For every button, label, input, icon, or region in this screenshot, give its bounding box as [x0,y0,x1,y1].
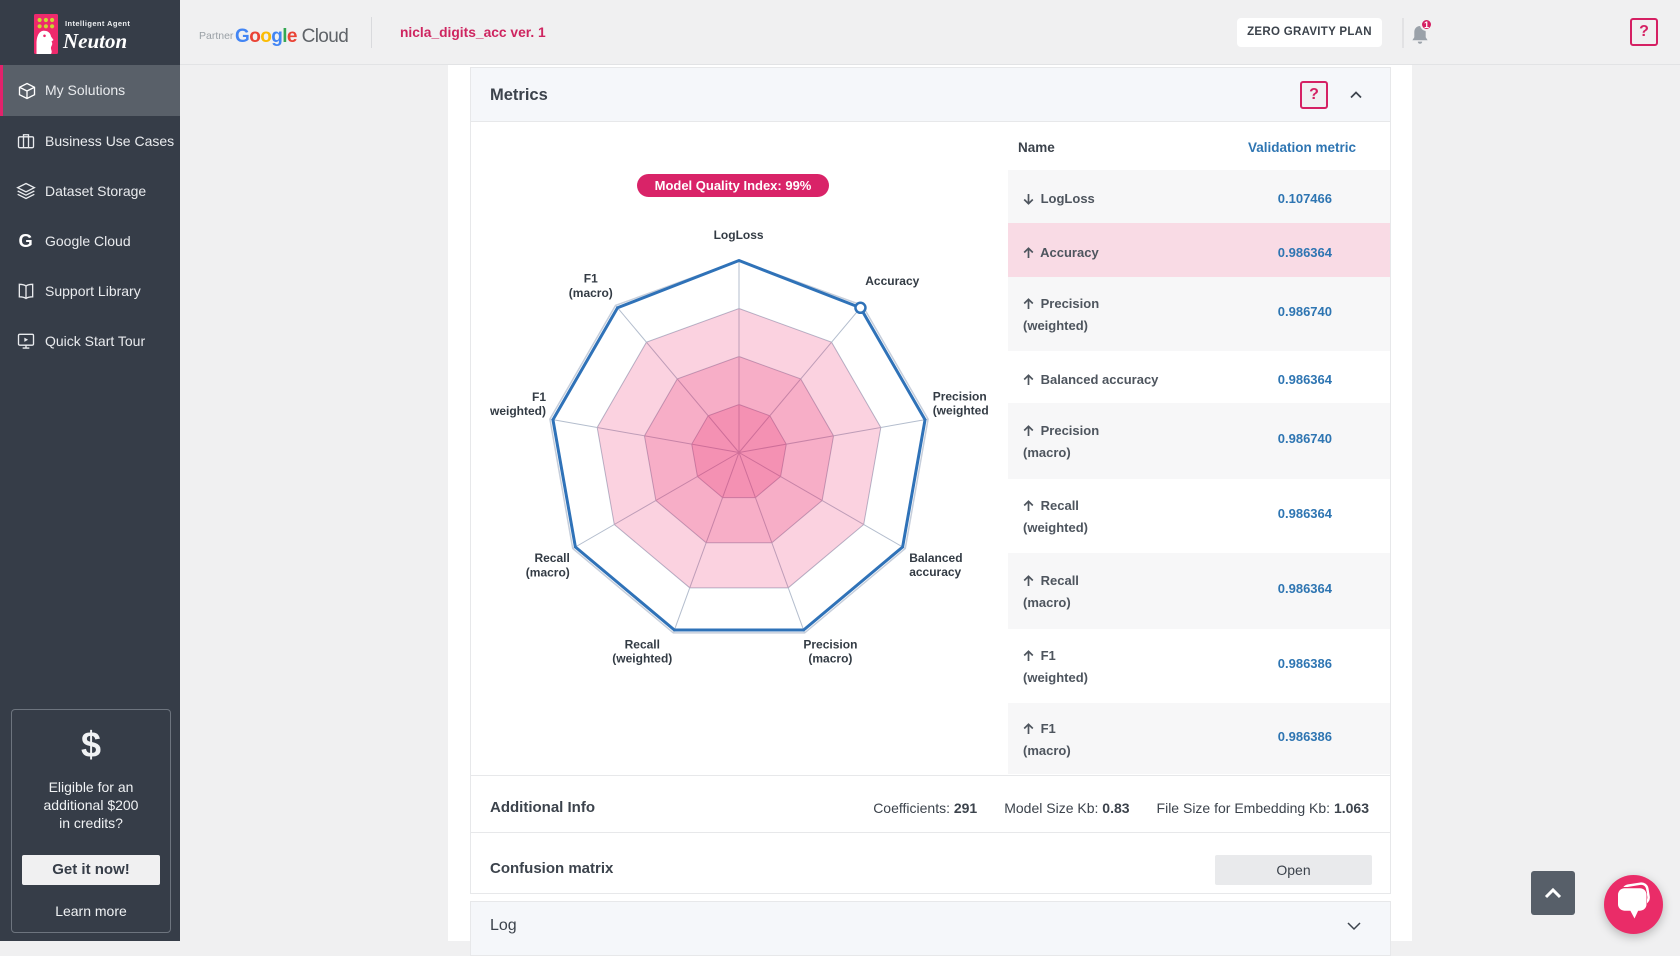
svg-text:Intelligent Agent: Intelligent Agent [65,19,130,28]
svg-text:(macro): (macro) [808,652,852,666]
svg-text:Google Cloud: Google Cloud [235,26,348,47]
svg-text:weighted): weighted) [489,404,546,418]
svg-text:Precision: Precision [803,637,857,651]
svg-text:F1: F1 [584,272,598,286]
svg-text:G: G [19,231,33,251]
svg-text:Precision: Precision [933,389,987,403]
svg-text:(macro): (macro) [526,566,570,580]
svg-text:LogLoss: LogLoss [714,228,764,242]
svg-text:(weighted): (weighted) [612,652,672,666]
svg-text:Recall: Recall [625,637,660,651]
svg-text:Balanced: Balanced [909,551,962,565]
svg-text:Accuracy: Accuracy [865,274,919,288]
svg-text:Neuton: Neuton [62,29,127,53]
svg-text:F1: F1 [532,390,546,404]
svg-text:Recall: Recall [534,551,569,565]
svg-text:accuracy: accuracy [909,565,961,579]
svg-text:(macro): (macro) [569,286,613,300]
svg-text:(weighted: (weighted [933,404,988,418]
